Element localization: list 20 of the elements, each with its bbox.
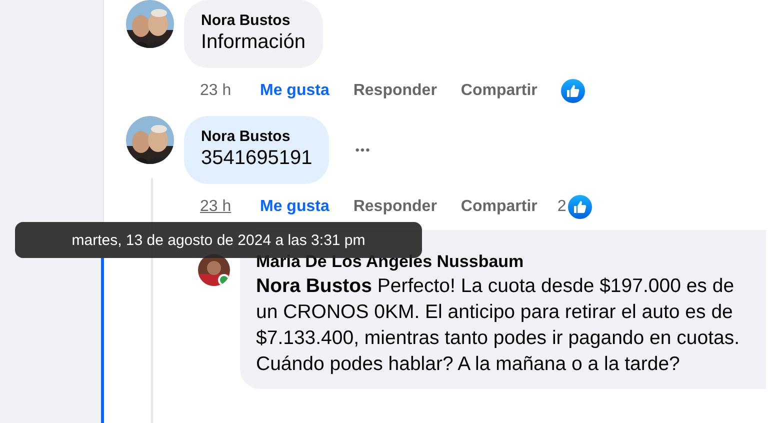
date-tooltip: martes, 13 de agosto de 2024 a las 3:31 pm [15, 222, 422, 258]
like-link[interactable]: Me gusta [260, 198, 330, 216]
timestamp-link[interactable]: 23 h [200, 198, 260, 216]
like-link[interactable]: Me gusta [260, 82, 330, 100]
comment-author[interactable]: Nora Bustos [201, 12, 306, 29]
comment-text: Información [201, 31, 306, 54]
comment-author[interactable]: Nora Bustos [201, 128, 312, 145]
share-link[interactable]: Compartir [460, 198, 538, 216]
share-link[interactable]: Compartir [460, 82, 538, 100]
reaction-count: 2 [557, 198, 566, 216]
avatar[interactable] [126, 116, 174, 164]
timestamp-link[interactable]: 23 h [200, 82, 260, 100]
comment-text: Nora Bustos Perfecto! La cuota desde $197.000 es de un CRONOS 0KM. El anticipo para retirar el auto es de $7.133.400, mientras tanto podes ir pagando en cuotas. Cuándo podes hablar? A la mañana o a la tarde? [256, 274, 741, 377]
avatar[interactable] [126, 0, 174, 48]
more-options-button[interactable]: ••• [355, 143, 371, 157]
reply-link[interactable]: Responder [353, 82, 437, 100]
reply-link[interactable]: Responder [353, 198, 437, 216]
like-icon[interactable] [568, 195, 592, 219]
like-icon[interactable] [561, 79, 586, 103]
comment-text: 3541695191 [201, 147, 312, 170]
